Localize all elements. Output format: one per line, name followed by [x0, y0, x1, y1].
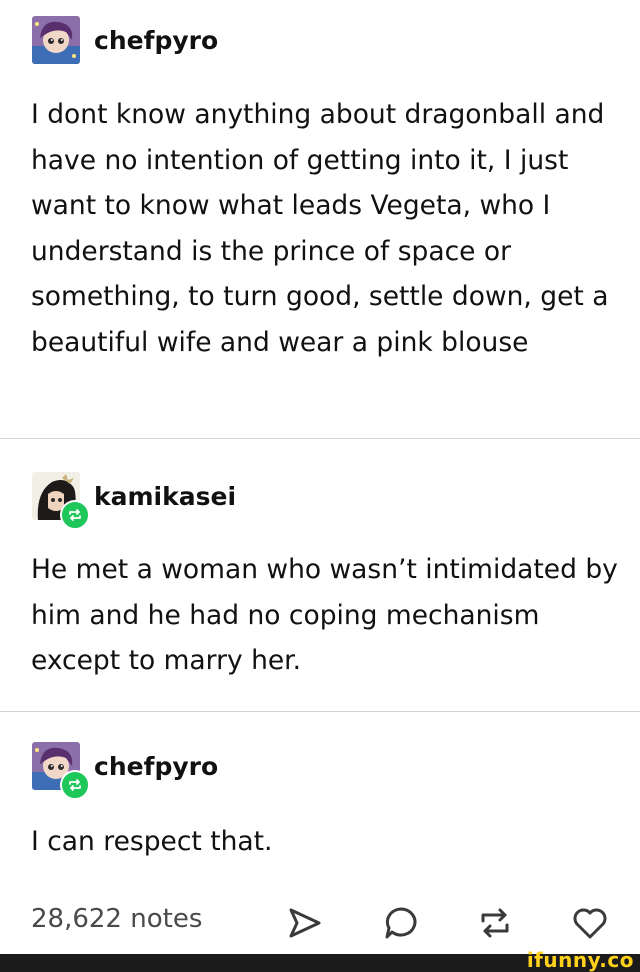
- divider: [0, 711, 640, 712]
- like-icon[interactable]: [570, 903, 610, 943]
- reblog-badge-icon: [60, 500, 90, 530]
- watermark-bar: ifunny.co: [0, 948, 640, 972]
- post-body: I dont know anything about dragonball an…: [31, 99, 609, 358]
- divider: [0, 438, 640, 439]
- post-footer: 28,622 notes: [0, 890, 640, 954]
- avatar[interactable]: [32, 16, 80, 64]
- avatar[interactable]: [32, 472, 90, 530]
- username[interactable]: chefpyro: [94, 752, 218, 781]
- reblog-icon[interactable]: [475, 903, 515, 943]
- post-1-header: chefpyro: [32, 16, 218, 64]
- post-body: I can respect that.: [31, 826, 273, 857]
- reply-icon[interactable]: [381, 903, 421, 943]
- reblog-badge-icon: [60, 770, 90, 800]
- notes-count[interactable]: 28,622 notes: [31, 904, 202, 934]
- post-2-header: kamikasei: [32, 472, 236, 530]
- avatar[interactable]: [32, 742, 90, 800]
- share-icon[interactable]: [285, 903, 325, 943]
- post-body: He met a woman who wasn’t intimidated by…: [31, 554, 618, 676]
- username[interactable]: kamikasei: [94, 482, 236, 511]
- post-3-header: chefpyro: [32, 742, 218, 800]
- watermark-logo: ifunny.co: [526, 948, 634, 972]
- username[interactable]: chefpyro: [94, 26, 218, 55]
